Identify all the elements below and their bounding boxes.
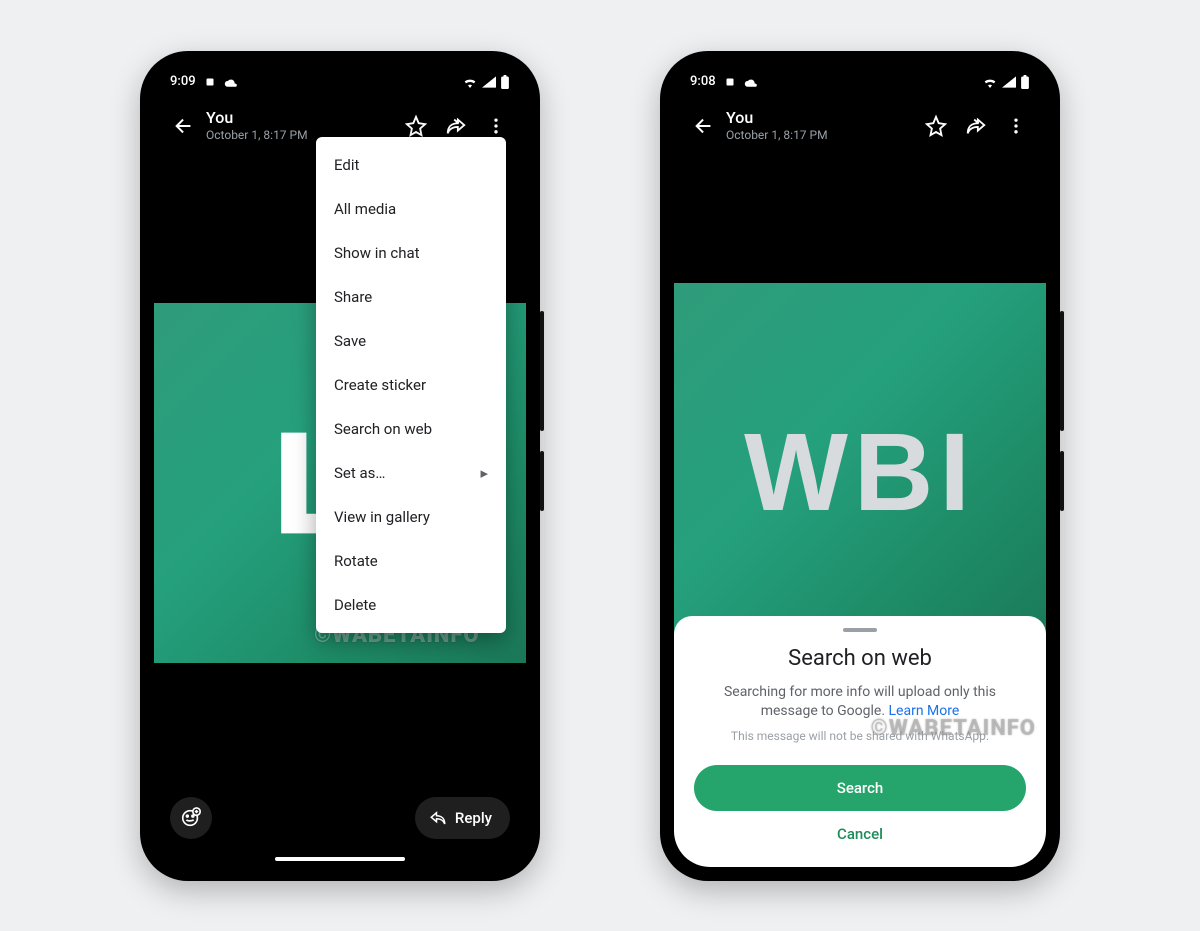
battery-icon — [1020, 75, 1030, 89]
signal-icon — [1002, 76, 1016, 88]
header-title: You — [726, 109, 828, 127]
media-image: WBI — [674, 283, 1046, 663]
emoji-reaction-button[interactable] — [170, 797, 212, 839]
menu-item-label: Create sticker — [334, 376, 426, 394]
menu-item-label: Show in chat — [334, 244, 420, 262]
menu-item-create-sticker[interactable]: Create sticker — [316, 363, 506, 407]
chevron-right-icon: ▸ — [480, 464, 488, 482]
battery-icon — [500, 75, 510, 89]
menu-item-rotate[interactable]: Rotate — [316, 539, 506, 583]
forward-button[interactable] — [956, 106, 996, 146]
menu-item-label: View in gallery — [334, 508, 430, 526]
header-subtitle: October 1, 8:17 PM — [726, 129, 828, 142]
power-button[interactable] — [1060, 451, 1064, 511]
clock-label: 9:09 — [170, 74, 196, 89]
sheet-sub: This message will not be shared with Wha… — [694, 729, 1026, 743]
menu-item-edit[interactable]: Edit — [316, 143, 506, 187]
menu-item-set-as[interactable]: Set as… ▸ — [316, 451, 506, 495]
phone-right: 9:08 — [660, 51, 1060, 881]
header-subtitle: October 1, 8:17 PM — [206, 129, 308, 142]
search-button-label: Search — [837, 779, 884, 797]
menu-item-share[interactable]: Share — [316, 275, 506, 319]
screen-left: 9:09 — [154, 65, 526, 867]
sheet-title: Search on web — [694, 646, 1026, 671]
phone-left: 9:09 — [140, 51, 540, 881]
status-bar: 9:08 — [674, 65, 1046, 99]
overflow-button[interactable] — [996, 106, 1036, 146]
volume-button[interactable] — [1060, 311, 1064, 431]
back-button[interactable] — [166, 108, 202, 144]
clock-label: 9:08 — [690, 74, 716, 89]
reply-label: Reply — [455, 809, 492, 827]
menu-item-label: Share — [334, 288, 372, 306]
menu-item-search-on-web[interactable]: Search on web — [316, 407, 506, 451]
power-button[interactable] — [540, 451, 544, 511]
menu-item-label: Search on web — [334, 420, 432, 438]
menu-item-all-media[interactable]: All media — [316, 187, 506, 231]
app-bar: You October 1, 8:17 PM — [674, 99, 1046, 153]
cloud-icon — [224, 76, 240, 88]
nav-gesture-bar[interactable] — [275, 857, 405, 861]
menu-item-label: Edit — [334, 156, 359, 174]
search-button[interactable]: Search — [694, 765, 1026, 811]
status-bar: 9:09 — [154, 65, 526, 99]
overflow-menu: Edit All media Show in chat Share Save Create… — [316, 137, 506, 633]
wifi-icon — [982, 76, 998, 88]
menu-item-save[interactable]: Save — [316, 319, 506, 363]
sheet-body: Searching for more info will upload only… — [694, 683, 1026, 721]
menu-item-label: Delete — [334, 596, 376, 614]
cloud-icon — [744, 76, 760, 88]
menu-item-label: Set as… — [334, 464, 385, 482]
screen-right: 9:08 — [674, 65, 1046, 867]
star-button[interactable] — [916, 106, 956, 146]
cancel-button[interactable]: Cancel — [694, 825, 1026, 843]
notification-icon — [204, 76, 216, 88]
logo-wbi-text: WBI — [744, 409, 976, 536]
menu-item-label: All media — [334, 200, 396, 218]
back-button[interactable] — [686, 108, 722, 144]
sheet-grabber[interactable] — [843, 628, 877, 632]
wifi-icon — [462, 76, 478, 88]
menu-item-view-in-gallery[interactable]: View in gallery — [316, 495, 506, 539]
menu-item-show-in-chat[interactable]: Show in chat — [316, 231, 506, 275]
menu-item-label: Rotate — [334, 552, 378, 570]
bottom-bar: Reply — [154, 783, 526, 853]
menu-item-delete[interactable]: Delete — [316, 583, 506, 627]
cancel-button-label: Cancel — [837, 825, 883, 843]
volume-button[interactable] — [540, 311, 544, 431]
search-on-web-sheet: Search on web Searching for more info wi… — [674, 616, 1046, 867]
reply-button[interactable]: Reply — [415, 797, 510, 839]
signal-icon — [482, 76, 496, 88]
header-title: You — [206, 109, 308, 127]
learn-more-link[interactable]: Learn More — [889, 703, 960, 719]
menu-item-label: Save — [334, 332, 366, 350]
notification-icon — [724, 76, 736, 88]
